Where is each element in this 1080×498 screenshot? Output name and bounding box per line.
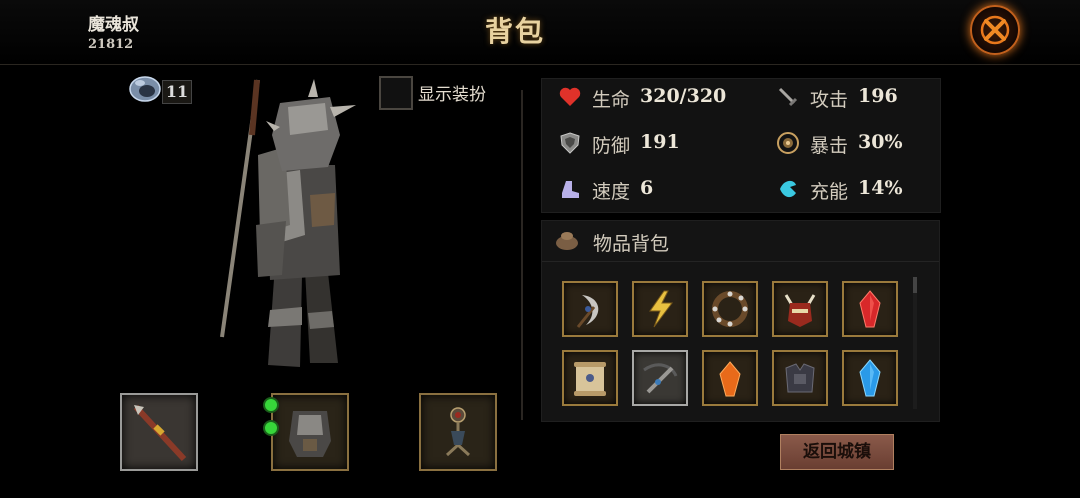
sword-icon [778,87,798,107]
soul-stone-icon [129,76,161,102]
heart-icon [559,87,581,106]
gem-socket-2 [263,420,279,436]
blue-crystal-icon [859,359,881,397]
return-to-town-button[interactable]: 返回城镇 [780,434,894,470]
boot-icon [562,181,579,198]
crossbow-icon [643,363,678,394]
lightning-rune-icon [649,290,673,328]
inventory-panel: 物品背包 [541,220,940,422]
red-crystal-icon [859,290,881,328]
character-model [220,79,356,367]
orange-crystal-item[interactable] [702,350,758,406]
horned-helmet-item[interactable] [772,281,828,337]
player-id: 21812 [88,37,134,52]
amulet-slot[interactable] [419,393,497,471]
shield-icon [560,132,580,154]
page-title: 背包 [484,15,545,48]
close-icon [980,15,1010,45]
currency-value: 11 [162,80,192,104]
scroll-icon [574,362,606,396]
red-crystal-item[interactable] [842,281,898,337]
spear-icon [133,404,187,462]
armor-slot[interactable] [271,393,349,471]
crossbow-item[interactable] [632,350,688,406]
gem-socket-1 [263,397,279,413]
close-button[interactable] [970,5,1020,55]
armor-icon [289,411,331,457]
stats-panel: 生命 320/320 攻击 196 防御 191 暴击 30% 速度 6 充能 … [541,78,941,213]
blue-crystal-item[interactable] [842,350,898,406]
outfit-checkbox[interactable] [379,76,413,110]
inventory-header: 物品背包 [542,221,939,262]
player-name: 魔魂叔 [88,15,139,35]
crescent-axe-item[interactable] [562,281,618,337]
orange-crystal-icon [719,361,741,397]
inventory-scrollbar-thumb[interactable] [913,277,917,293]
spiked-collar-item[interactable] [702,281,758,337]
horned-helmet-icon [784,294,816,327]
dark-armor-item[interactable] [772,350,828,406]
inventory-title: 物品背包 [593,233,670,255]
charge-icon [780,180,796,198]
top-bar: 魔魂叔 21812 背包 [0,0,1080,65]
bag-icon [556,232,578,250]
panel-divider [521,90,523,420]
crescent-axe-icon [576,295,599,328]
scroll-item[interactable] [562,350,618,406]
dark-armor-icon [785,363,815,393]
outfit-label: 显示装扮 [418,85,486,105]
weapon-slot[interactable] [120,393,198,471]
lightning-rune-item[interactable] [632,281,688,337]
spiked-collar-icon [712,291,748,327]
crit-icon [777,132,799,154]
inventory-scrollbar[interactable] [913,277,917,409]
amulet-icon [445,407,471,457]
